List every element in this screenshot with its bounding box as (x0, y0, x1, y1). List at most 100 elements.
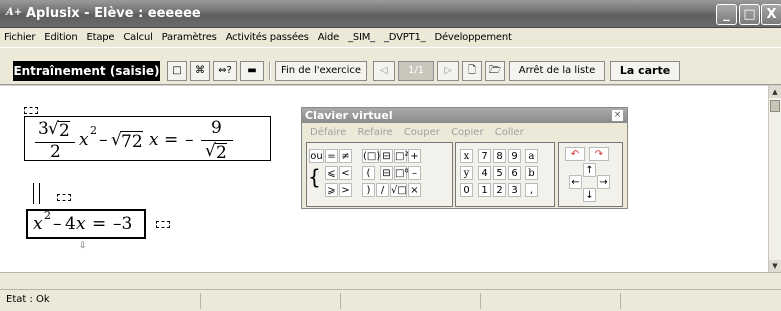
stop-list-button[interactable]: Arrêt de la liste (509, 61, 605, 81)
menu-bar: Fichier Edition Etape Calcul Paramètres … (0, 28, 781, 47)
placeholder-box[interactable] (24, 107, 38, 114)
menu-etape[interactable]: Etape (86, 32, 114, 43)
navigation-panel: ↶ ↷ ↑ ← → ↓ (558, 142, 623, 207)
vertical-scrollbar[interactable]: ▲ ▼ (768, 86, 781, 272)
equals-sign: = (164, 130, 179, 150)
variable-x: x (76, 214, 86, 234)
card-button[interactable]: La carte (610, 61, 680, 81)
key-parenthesized[interactable]: (□) (362, 149, 380, 163)
key-2[interactable]: 2 (493, 183, 506, 197)
minus-sign: – (185, 130, 194, 150)
close-button[interactable]: X (761, 4, 781, 25)
key-a[interactable]: a (525, 149, 538, 163)
key-equals[interactable]: = (325, 149, 338, 163)
menu-edition[interactable]: Edition (44, 32, 77, 43)
key-open-paren[interactable]: ( (362, 166, 375, 180)
key-close-paren[interactable]: ) (362, 183, 375, 197)
placeholder-box[interactable] (156, 221, 170, 228)
redo-arrow-icon[interactable]: ↷ (589, 147, 609, 161)
exponent: 2 (44, 209, 51, 222)
scroll-down-icon[interactable]: ▼ (769, 260, 781, 272)
key-power-0[interactable]: □⁰ (394, 166, 408, 180)
key-8[interactable]: 8 (493, 149, 506, 163)
placeholder-box[interactable] (57, 194, 71, 201)
keyboard-close-icon[interactable]: × (612, 110, 623, 121)
undo-arrow-icon[interactable]: ↶ (565, 147, 585, 161)
menu-developpement[interactable]: Développement (434, 32, 511, 43)
key-greater[interactable]: > (339, 183, 352, 197)
minus-sign: – (99, 130, 108, 150)
key-3[interactable]: 3 (508, 183, 521, 197)
rect-tool-icon[interactable]: □ (167, 61, 187, 81)
key-comma[interactable]: , (525, 183, 538, 197)
key-not-equals[interactable]: ≠ (339, 149, 352, 163)
page-indicator: 1/1 (398, 61, 434, 81)
end-exercise-button[interactable]: Fin de l'exercice (275, 61, 367, 81)
key-4[interactable]: 4 (478, 166, 491, 180)
equation-2[interactable]: x 2 – 4 x = –3 (26, 209, 146, 239)
key-fraction-2[interactable]: ⊟ (380, 166, 393, 180)
variable-x: x (79, 130, 89, 150)
key-times[interactable]: × (408, 183, 421, 197)
arrow-left-icon[interactable]: ← (569, 175, 582, 189)
key-b[interactable]: b (525, 166, 538, 180)
scroll-thumb[interactable] (770, 100, 780, 112)
key-plus[interactable]: + (408, 149, 421, 163)
grid-tool-icon[interactable]: ⌘ (190, 61, 210, 81)
equals-sign: = (92, 214, 107, 234)
menu-sim[interactable]: _SIM_ (348, 32, 375, 43)
menu-fichier[interactable]: Fichier (4, 32, 35, 43)
virtual-keyboard: Clavier virtuel × Défaire Refaire Couper… (301, 107, 628, 209)
menu-dvpt1[interactable]: _DVPT1_ (384, 32, 426, 43)
key-ou[interactable]: ou (309, 149, 324, 163)
previous-icon[interactable]: ◁ (373, 61, 395, 81)
brace-key[interactable]: { (308, 166, 321, 188)
menu-activites-passees[interactable]: Activités passées (226, 32, 309, 43)
radicand: 72 (121, 132, 143, 152)
arrow-down-icon[interactable]: ↓ (583, 188, 596, 202)
equation-1[interactable]: 3 √ 2 2 x 2 – √ 72 x = – 9 √ 2 (24, 116, 271, 163)
key-7[interactable]: 7 (478, 149, 491, 163)
minimize-button[interactable]: _ (716, 4, 737, 25)
menu-aide[interactable]: Aide (318, 32, 340, 43)
equivalence-check-icon[interactable]: ⇔? (213, 61, 237, 81)
variable-x: x (149, 130, 159, 150)
key-9[interactable]: 9 (508, 149, 521, 163)
window-title: Aplusix - Elève : eeeeee (26, 6, 201, 21)
key-sqrt[interactable]: √□ (390, 183, 407, 197)
key-divide[interactable]: / (376, 183, 389, 197)
arrow-right-icon[interactable]: → (597, 175, 610, 189)
next-icon[interactable]: ▷ (437, 61, 459, 81)
key-minus[interactable]: – (408, 166, 421, 180)
new-document-icon[interactable]: 🗋 (462, 61, 482, 81)
key-y[interactable]: y (460, 166, 473, 180)
copy-item[interactable]: Copier (451, 127, 484, 138)
key-x[interactable]: x (460, 149, 473, 163)
keyboard-icon[interactable]: ▬ (240, 61, 264, 81)
key-leq[interactable]: ⩽ (325, 166, 338, 180)
key-less[interactable]: < (339, 166, 352, 180)
cut-item[interactable]: Couper (404, 127, 440, 138)
paste-item[interactable]: Coller (495, 127, 524, 138)
key-6[interactable]: 6 (508, 166, 521, 180)
open-folder-icon[interactable]: 🗁 (485, 61, 505, 81)
sqrt-symbol: √ (205, 141, 216, 161)
key-power[interactable]: □² (394, 149, 408, 163)
menu-calcul[interactable]: Calcul (123, 32, 153, 43)
key-fraction[interactable]: ⊟ (380, 149, 393, 163)
key-5[interactable]: 5 (493, 166, 506, 180)
status-bar: Etat : Ok (0, 289, 781, 311)
menu-parametres[interactable]: Paramètres (162, 32, 217, 43)
keyboard-title[interactable]: Clavier virtuel (302, 108, 627, 123)
redo-item[interactable]: Refaire (358, 127, 393, 138)
key-geq[interactable]: ⩾ (325, 183, 338, 197)
status-divider (200, 293, 201, 309)
status-text: Etat : Ok (6, 294, 50, 305)
maximize-button[interactable]: □ (739, 4, 760, 25)
rhs-denominator-radicand: 2 (216, 143, 227, 163)
arrow-up-icon[interactable]: ↑ (583, 163, 596, 177)
scroll-up-icon[interactable]: ▲ (769, 86, 781, 98)
key-0[interactable]: 0 (460, 183, 473, 197)
key-1[interactable]: 1 (478, 183, 491, 197)
undo-item[interactable]: Défaire (310, 127, 346, 138)
